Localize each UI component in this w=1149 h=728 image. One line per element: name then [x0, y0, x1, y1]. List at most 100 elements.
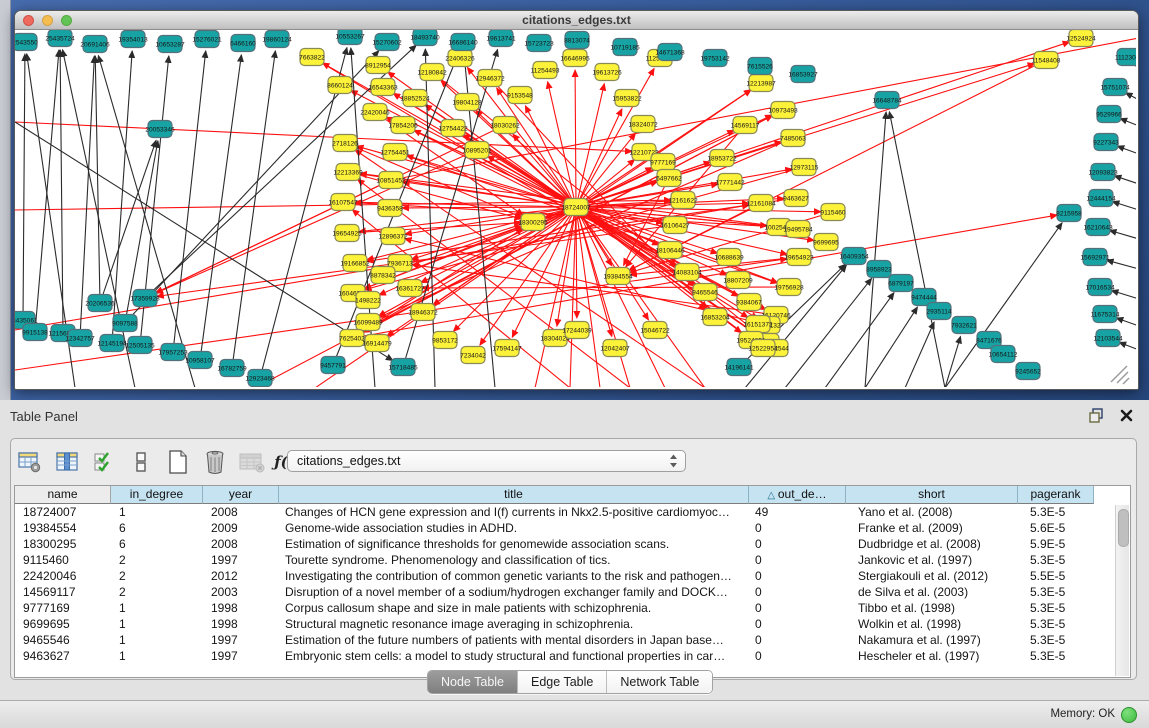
- graph-node[interactable]: 19495784: [783, 221, 813, 238]
- graph-node[interactable]: 19804128: [452, 94, 482, 111]
- graph-node[interactable]: 12145194: [97, 335, 127, 352]
- graph-node[interactable]: 10719185: [610, 39, 640, 56]
- graph-node[interactable]: 15270602: [372, 34, 402, 51]
- column-header-name[interactable]: name: [15, 486, 111, 504]
- column-header-in_degree[interactable]: in_degree: [111, 486, 203, 504]
- column-header-year[interactable]: year: [203, 486, 279, 504]
- citation-edge-black[interactable]: [95, 56, 100, 303]
- graph-node[interactable]: 9436358: [377, 200, 403, 217]
- graph-node[interactable]: 14083104: [672, 264, 702, 281]
- graph-node[interactable]: 16914479: [362, 335, 392, 352]
- graph-node[interactable]: 7234042: [460, 347, 486, 364]
- graph-node[interactable]: 18300295: [518, 214, 548, 231]
- graph-node[interactable]: 16107547: [328, 194, 358, 211]
- table-row[interactable]: 946554611997Estimation of the future num…: [15, 632, 1130, 648]
- graph-node[interactable]: 9227343: [1093, 134, 1119, 151]
- graph-node[interactable]: 12754451: [380, 144, 410, 161]
- graph-node[interactable]: 11675314: [1091, 306, 1120, 323]
- graph-node[interactable]: 12524924: [1066, 30, 1096, 47]
- graph-node[interactable]: 18106446: [655, 242, 685, 259]
- graph-node[interactable]: 9245652: [1015, 363, 1041, 380]
- citation-edge-red[interactable]: [576, 84, 604, 207]
- graph-node[interactable]: 12213987: [746, 75, 776, 92]
- citation-edge-black[interactable]: [1111, 291, 1136, 299]
- graph-node[interactable]: 9915138: [22, 324, 48, 341]
- column-header-pagerank[interactable]: pagerank: [1018, 486, 1094, 504]
- graph-node[interactable]: 17854206: [388, 117, 418, 134]
- column-header-out_de[interactable]: △ out_de…: [749, 486, 846, 504]
- close-panel-icon[interactable]: [1120, 409, 1133, 427]
- graph-node[interactable]: 6879197: [888, 275, 914, 292]
- graph-node[interactable]: 7615526: [747, 58, 773, 75]
- table-row[interactable]: 1872400712008Changes of HCN gene express…: [15, 504, 1130, 520]
- graph-node[interactable]: 19613741: [486, 30, 516, 47]
- graph-node[interactable]: 12505135: [125, 337, 155, 354]
- graph-node[interactable]: 11254493: [531, 62, 560, 79]
- graph-node[interactable]: 16106427: [660, 217, 690, 234]
- graph-node[interactable]: 12444154: [1086, 190, 1116, 207]
- citation-edge-red[interactable]: [421, 207, 576, 283]
- graph-node[interactable]: 15276021: [192, 31, 222, 48]
- graph-node[interactable]: 10553267: [335, 30, 365, 45]
- graph-node[interactable]: 10654112: [989, 346, 1018, 363]
- minimize-window-button[interactable]: [42, 15, 53, 26]
- graph-node[interactable]: 12093823: [1088, 164, 1118, 181]
- graph-node[interactable]: 12180842: [417, 64, 447, 81]
- graph-node[interactable]: 19384554: [603, 268, 633, 285]
- graph-node[interactable]: 12973115: [790, 159, 819, 176]
- graph-node[interactable]: 10895201: [462, 142, 492, 159]
- graph-node[interactable]: 7485063: [780, 130, 806, 147]
- table-row[interactable]: 1938455462009Genome-wide association stu…: [15, 520, 1130, 536]
- table-row[interactable]: 969969511998Structural magnetic resonanc…: [15, 616, 1130, 632]
- graph-node[interactable]: 7932621: [951, 317, 977, 334]
- graph-node[interactable]: 16210643: [1083, 219, 1113, 236]
- graph-node[interactable]: 18953722: [707, 150, 737, 167]
- graph-node[interactable]: 12103544: [1093, 330, 1123, 347]
- graph-node[interactable]: 17359928: [130, 290, 160, 307]
- citation-edge-black[interactable]: [945, 336, 961, 387]
- graph-node[interactable]: 12923468: [245, 370, 275, 387]
- graph-node[interactable]: 18030262: [490, 117, 520, 134]
- graph-node[interactable]: 8878342: [370, 267, 396, 284]
- graph-node[interactable]: 8813074: [564, 32, 590, 49]
- graph-node[interactable]: 10973493: [768, 102, 798, 119]
- window-resize-grip[interactable]: [1111, 366, 1127, 382]
- citation-edge-black[interactable]: [889, 112, 945, 387]
- graph-node[interactable]: 2543550: [15, 34, 38, 51]
- graph-node[interactable]: 11123054: [1115, 49, 1136, 66]
- column-visibility-button[interactable]: [54, 449, 80, 475]
- graph-node[interactable]: 18946372: [408, 304, 438, 321]
- table-row[interactable]: 1456911722003Disruption of a novel membe…: [15, 584, 1130, 600]
- citation-edge-black[interactable]: [23, 54, 25, 320]
- table-row[interactable]: 946362711997Embryonic stem cells: a mode…: [15, 648, 1130, 664]
- graph-node[interactable]: 19166852: [340, 255, 370, 272]
- graph-node[interactable]: 10851452: [376, 172, 406, 189]
- graph-node[interactable]: 9384067: [736, 294, 762, 311]
- graph-node[interactable]: 18807209: [723, 272, 753, 289]
- graph-node[interactable]: 2718126: [332, 135, 358, 152]
- graph-node[interactable]: 6497662: [656, 170, 682, 187]
- graph-node[interactable]: 25435724: [45, 30, 75, 47]
- graph-node[interactable]: 19753142: [700, 50, 730, 67]
- graph-node[interactable]: 15046722: [640, 322, 670, 339]
- graph-node[interactable]: 12896372: [378, 228, 408, 245]
- graph-node[interactable]: 18852524: [400, 90, 430, 107]
- graph-node[interactable]: 7663822: [299, 49, 325, 66]
- column-header-short[interactable]: short: [846, 486, 1018, 504]
- zoom-window-button[interactable]: [61, 15, 72, 26]
- graph-node[interactable]: 8215958: [1056, 205, 1082, 222]
- citation-edge-black[interactable]: [1107, 260, 1136, 269]
- graph-node[interactable]: 16099489: [353, 314, 383, 331]
- window-titlebar[interactable]: citations_edges.txt: [15, 11, 1138, 30]
- citation-edge-black[interactable]: [1126, 93, 1136, 100]
- graph-node[interactable]: 14569117: [731, 117, 760, 134]
- graph-node[interactable]: 9115460: [820, 204, 846, 221]
- citation-edge-black[interactable]: [1117, 146, 1136, 154]
- graph-node[interactable]: 9153548: [507, 87, 533, 104]
- graph-node[interactable]: 8912954: [365, 57, 391, 74]
- graph-node[interactable]: 12342757: [65, 330, 95, 347]
- network-canvas[interactable]: 1872400718300295193845541218084218852524…: [15, 30, 1136, 387]
- tab-node-table[interactable]: Node Table: [428, 671, 518, 693]
- graph-node[interactable]: 19756928: [774, 279, 804, 296]
- close-window-button[interactable]: [23, 15, 34, 26]
